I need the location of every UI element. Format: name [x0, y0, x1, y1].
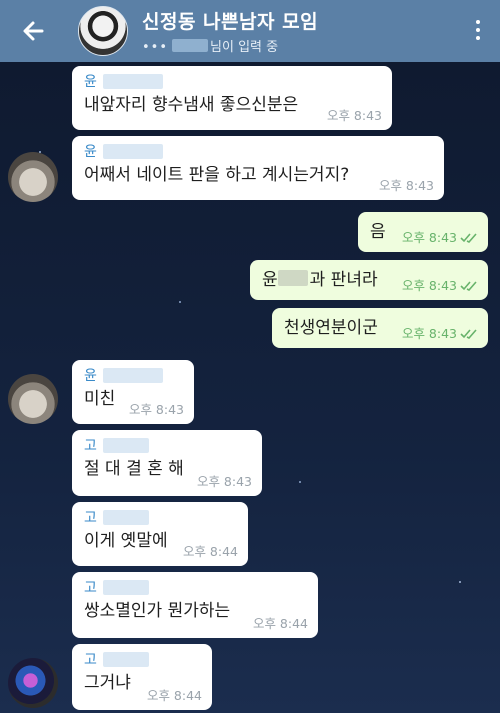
double-check-icon [460, 329, 477, 339]
sender-name: 고 [84, 508, 238, 526]
blurred-name [102, 143, 163, 159]
message-time: 오후 8:44 [182, 544, 238, 559]
blurred-name [277, 270, 308, 286]
typing-dots: ••• [142, 40, 169, 55]
blurred-name [102, 73, 163, 89]
group-avatar[interactable] [78, 6, 128, 56]
message-time: 오후 8:43 [326, 108, 382, 123]
message-time: 오후 8:43 [402, 323, 478, 342]
sender-name: 고 [84, 650, 202, 668]
blurred-name [102, 437, 149, 453]
chat-title: 신정동 나쁜남자 모임 [142, 11, 319, 33]
message-time: 오후 8:43 [378, 178, 434, 193]
sender-name: 윤 [84, 72, 382, 90]
message-time: 오후 8:43 [402, 275, 478, 294]
message-time: 오후 8:43 [402, 227, 478, 246]
chat-header: 신정동 나쁜남자 모임 ••• 님이 입력 중 [0, 0, 500, 62]
sender-name: 고 [84, 578, 308, 596]
sender-name: 고 [84, 436, 252, 454]
blurred-name [102, 579, 149, 595]
user-avatar[interactable] [8, 152, 58, 202]
sender-name: 윤 [84, 142, 434, 160]
message-bubble[interactable]: 윤 내앞자리 향수냄새 좋으신분은 오후 8:43 [72, 66, 392, 130]
message-time: 오후 8:43 [128, 402, 184, 417]
back-arrow-icon[interactable] [18, 16, 48, 46]
blurred-name [102, 651, 149, 667]
blurred-name [172, 39, 209, 52]
user-avatar[interactable] [8, 374, 58, 424]
more-options-icon[interactable] [470, 16, 486, 46]
double-check-icon [460, 281, 477, 291]
message-time: 오후 8:43 [196, 474, 252, 489]
message-bubble[interactable]: 고 쌍소멸인가 뭔가하는 오후 8:44 [72, 572, 318, 638]
message-bubble[interactable]: 윤 미친 오후 8:43 [72, 360, 194, 424]
typing-status: ••• 님이 입력 중 [142, 36, 278, 55]
message-bubble[interactable]: 윤 어째서 네이트 판을 하고 계시는거지? 오후 8:43 [72, 136, 444, 200]
message-time: 오후 8:44 [252, 616, 308, 631]
message-bubble[interactable]: 천생연분이군 오후 8:43 [272, 308, 488, 348]
blurred-name [102, 367, 163, 383]
blurred-name [102, 509, 149, 525]
user-avatar[interactable] [8, 658, 58, 708]
message-bubble[interactable]: 고 그거냐 오후 8:44 [72, 644, 212, 710]
message-bubble[interactable]: 윤과 판녀라 오후 8:43 [250, 260, 488, 300]
message-bubble[interactable]: 고 절 대 결 혼 해 오후 8:43 [72, 430, 262, 496]
double-check-icon [460, 233, 477, 243]
sender-name: 윤 [84, 366, 184, 384]
message-time: 오후 8:44 [146, 688, 202, 703]
chat-area[interactable]: 윤 내앞자리 향수냄새 좋으신분은 오후 8:43 윤 어째서 네이트 판을 하… [0, 62, 500, 713]
typing-text: 님이 입력 중 [210, 40, 279, 55]
message-bubble[interactable]: 고 이게 옛말에 오후 8:44 [72, 502, 248, 566]
message-bubble[interactable]: 음 오후 8:43 [358, 212, 488, 252]
